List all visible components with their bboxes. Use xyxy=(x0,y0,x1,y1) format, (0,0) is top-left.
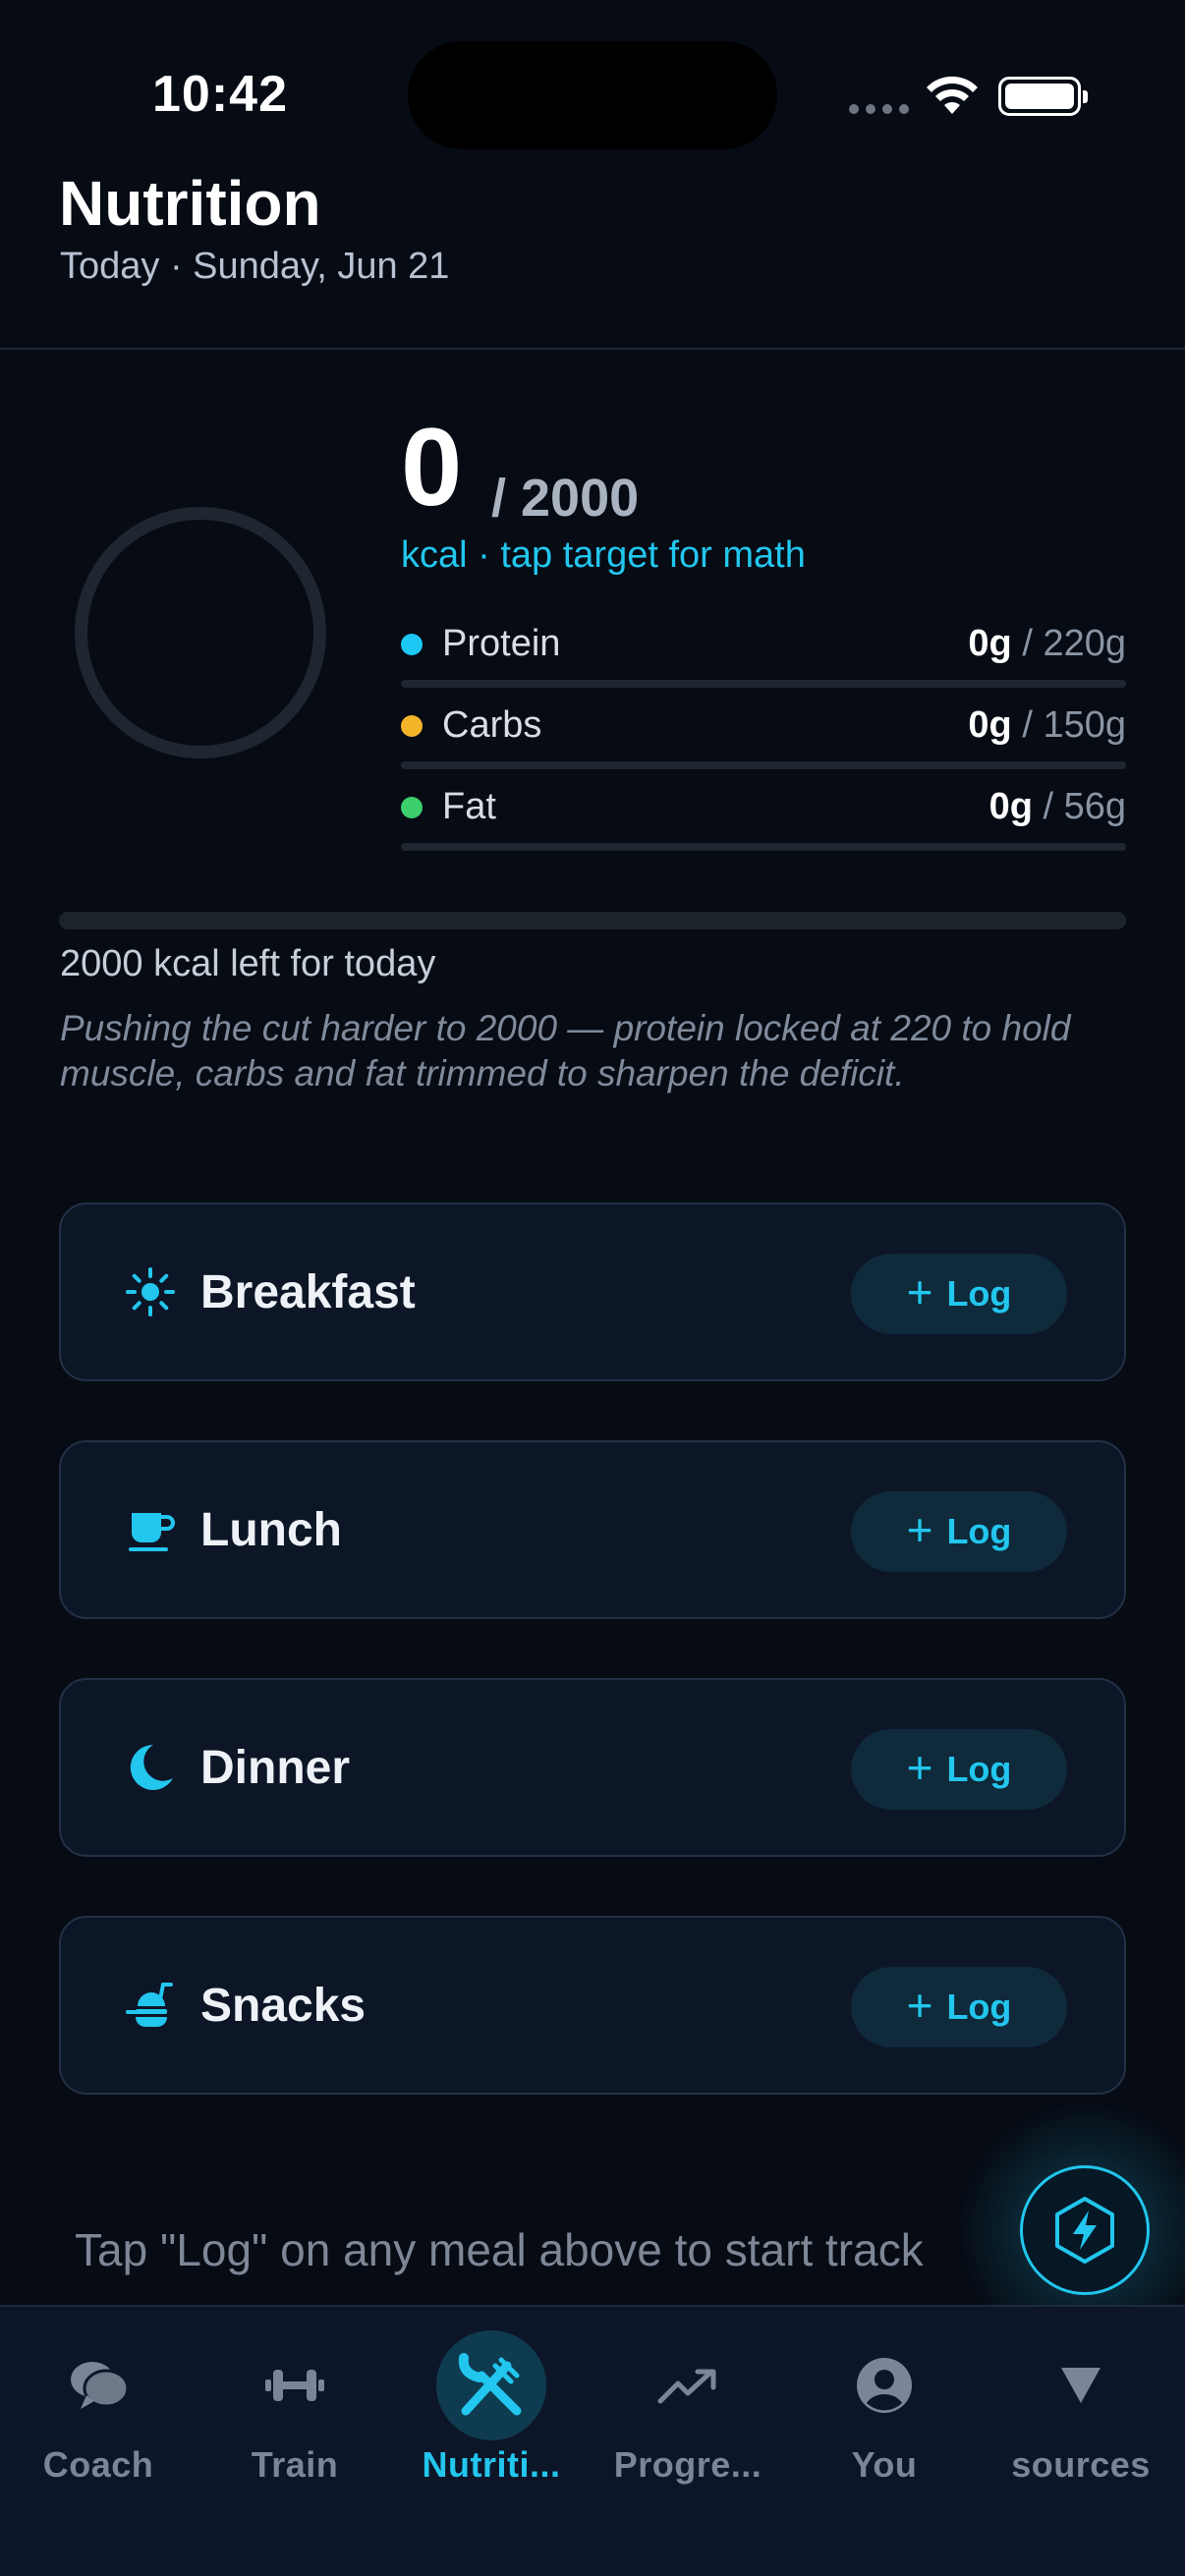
meal-card-breakfast: Breakfast + Log xyxy=(59,1203,1126,1381)
macro-current: 0g xyxy=(988,786,1033,827)
status-bar: 10:42 xyxy=(0,0,1185,149)
macro-values: 0g / 56g xyxy=(989,786,1126,828)
log-button-label: Log xyxy=(946,1273,1012,1314)
kcal-left: 2000 kcal left for today xyxy=(60,943,436,984)
battery-icon xyxy=(998,77,1088,116)
log-breakfast-button[interactable]: + Log xyxy=(851,1254,1067,1334)
bolt-hexagon-icon xyxy=(1055,2197,1114,2264)
daily-progress-bar xyxy=(59,912,1126,929)
coffee-cup-icon xyxy=(129,1513,175,1551)
macro-progress-track xyxy=(401,843,1126,851)
macro-row-fat: Fat 0g / 56g xyxy=(401,782,1126,851)
fork-knife-icon xyxy=(452,2346,531,2425)
log-snacks-button[interactable]: + Log xyxy=(851,1967,1067,2047)
macro-values: 0g / 220g xyxy=(968,623,1126,665)
header-divider xyxy=(0,348,1185,350)
macro-goal: / 150g xyxy=(1011,704,1126,746)
tab-nutrition[interactable]: Nutriti... xyxy=(393,2330,590,2503)
tab-label: Progre... xyxy=(613,2444,762,2485)
plus-icon: + xyxy=(906,1504,933,1555)
macro-label: Protein xyxy=(442,623,561,664)
macro-values: 0g / 150g xyxy=(968,704,1126,747)
log-button-label: Log xyxy=(946,1749,1012,1789)
calorie-progress-ring xyxy=(75,507,326,758)
plus-icon: + xyxy=(906,1266,933,1317)
macro-label: Fat xyxy=(442,786,496,827)
meal-card-snacks: Snacks + Log xyxy=(59,1916,1126,2095)
macro-goal: / 220g xyxy=(1011,623,1126,664)
tab-label: Coach xyxy=(42,2444,154,2485)
plus-icon: + xyxy=(906,1980,933,2031)
page-title: Nutrition xyxy=(59,168,321,239)
tab-label: sources xyxy=(1011,2444,1151,2485)
meal-name: Breakfast xyxy=(200,1266,416,1318)
tab-label: Nutriti... xyxy=(422,2444,561,2485)
tab-sources[interactable]: sources xyxy=(983,2346,1179,2503)
meal-name: Dinner xyxy=(200,1742,351,1794)
quick-action-button[interactable] xyxy=(1020,2165,1150,2295)
tab-you[interactable]: You xyxy=(786,2346,983,2503)
person-circle-icon xyxy=(845,2346,924,2425)
log-lunch-button[interactable]: + Log xyxy=(851,1491,1067,1572)
tab-label: You xyxy=(851,2444,918,2485)
tab-progress[interactable]: Progre... xyxy=(590,2346,786,2503)
macro-progress-track xyxy=(401,680,1126,688)
moon-icon xyxy=(130,1744,173,1790)
log-button-label: Log xyxy=(946,1987,1012,2027)
dynamic-island xyxy=(408,41,777,149)
fat-dot-icon xyxy=(401,797,423,818)
plus-icon: + xyxy=(906,1742,933,1793)
trend-up-icon xyxy=(649,2346,727,2425)
carbs-dot-icon xyxy=(401,715,423,737)
kcal-consumed: 0 xyxy=(401,406,463,529)
triangle-down-icon xyxy=(1042,2346,1120,2425)
macro-label: Carbs xyxy=(442,704,542,746)
cellular-signal-icon xyxy=(849,104,909,114)
tab-train[interactable]: Train xyxy=(197,2346,393,2503)
chat-bubbles-icon xyxy=(59,2346,138,2425)
sun-icon xyxy=(126,1267,175,1316)
macro-row-carbs: Carbs 0g / 150g xyxy=(401,700,1126,769)
tab-bar: Coach Train Nutriti... Progre... You sou… xyxy=(0,2305,1185,2576)
snack-icon xyxy=(126,1983,173,2027)
macro-current: 0g xyxy=(968,623,1012,664)
macro-progress-track xyxy=(401,761,1126,769)
protein-dot-icon xyxy=(401,634,423,655)
tab-coach[interactable]: Coach xyxy=(0,2346,197,2503)
log-button-label: Log xyxy=(946,1511,1012,1551)
status-time: 10:42 xyxy=(152,66,288,123)
macro-current: 0g xyxy=(968,704,1012,746)
coach-note: Pushing the cut harder to 2000 — protein… xyxy=(60,1008,1071,1093)
kcal-target[interactable]: / 2000 xyxy=(491,468,639,529)
log-dinner-button[interactable]: + Log xyxy=(851,1729,1067,1810)
macro-row-protein: Protein 0g / 220g xyxy=(401,619,1126,688)
meal-name: Snacks xyxy=(200,1980,367,2032)
wifi-icon xyxy=(927,76,978,114)
page-subtitle: Today · Sunday, Jun 21 xyxy=(60,246,450,287)
kcal-hint: kcal · tap target for math xyxy=(401,534,806,576)
tab-label: Train xyxy=(251,2444,339,2485)
macro-goal: / 56g xyxy=(1032,786,1126,827)
meal-card-lunch: Lunch + Log xyxy=(59,1440,1126,1619)
meal-name: Lunch xyxy=(200,1504,342,1556)
dumbbell-icon xyxy=(255,2346,334,2425)
meal-card-dinner: Dinner + Log xyxy=(59,1678,1126,1857)
